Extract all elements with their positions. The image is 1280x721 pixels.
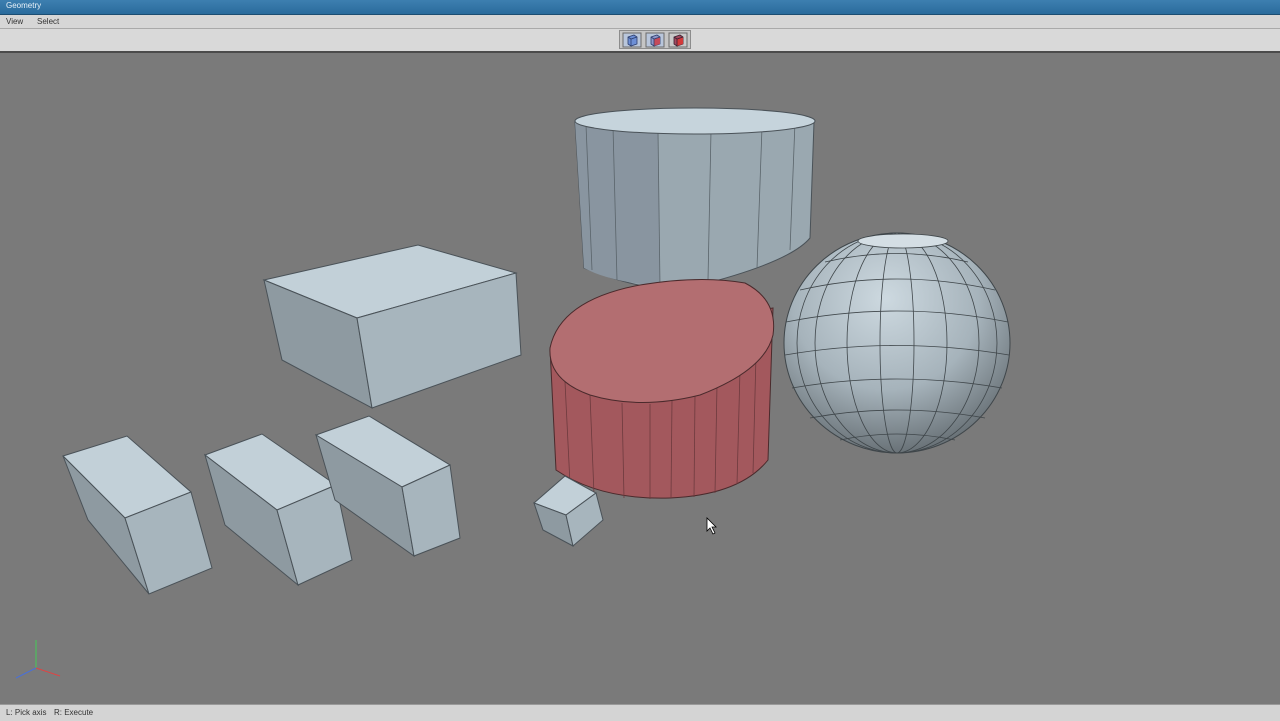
menu-item-view[interactable]: View — [6, 17, 23, 26]
cube-object-select-icon[interactable] — [668, 32, 688, 48]
menu-item-select[interactable]: Select — [37, 17, 59, 26]
mouse-cursor-icon — [706, 517, 717, 535]
selection-mode-group — [619, 30, 691, 49]
menu-bar: View Select — [0, 15, 1280, 29]
status-right-hint: R: Execute — [54, 708, 94, 717]
window-title: Geometry — [6, 1, 42, 10]
status-bar: L: Pick axis R: Execute — [0, 704, 1280, 721]
3d-viewport[interactable] — [0, 53, 1280, 704]
sphere[interactable] — [783, 232, 1011, 454]
cube-face-select-icon[interactable] — [645, 32, 665, 48]
box-left[interactable] — [62, 435, 213, 595]
cube-select-icon[interactable] — [622, 32, 642, 48]
toolbar — [0, 29, 1280, 53]
selected-cylinder[interactable] — [549, 278, 775, 499]
large-box[interactable] — [262, 244, 522, 409]
axis-gizmo — [15, 640, 61, 679]
status-left-hint: L: Pick axis — [6, 708, 47, 717]
tall-cylinder[interactable] — [574, 107, 816, 290]
title-bar: Geometry — [0, 0, 1280, 15]
